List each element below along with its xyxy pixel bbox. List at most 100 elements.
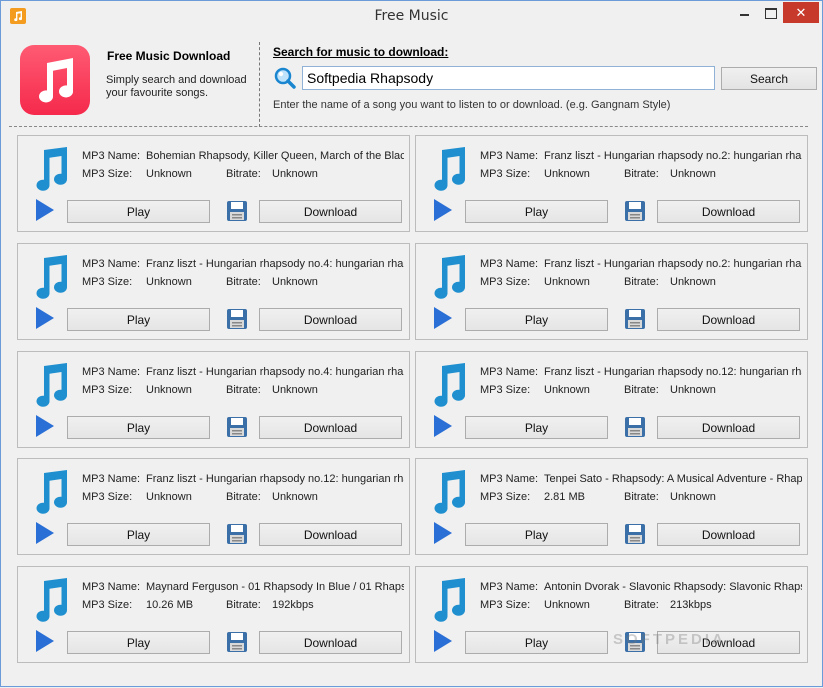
bitrate-label: Bitrate:	[624, 491, 659, 503]
bitrate-label: Bitrate:	[226, 384, 261, 396]
bitrate-label: Bitrate:	[624, 276, 659, 288]
mp3-size-value: Unknown	[146, 384, 192, 396]
floppy-disk-icon[interactable]	[624, 416, 646, 438]
download-button[interactable]: Download	[259, 631, 402, 654]
play-button[interactable]: Play	[465, 200, 608, 223]
play-button[interactable]: Play	[67, 308, 210, 331]
title-bar[interactable]: Free Music	[1, 1, 822, 32]
search-icon	[274, 67, 296, 89]
download-button[interactable]: Download	[259, 200, 402, 223]
result-card: MP3 Name: Antonin Dvorak - Slavonic Rhap…	[415, 566, 808, 663]
download-button[interactable]: Download	[259, 523, 402, 546]
mp3-name-value: Franz liszt - Hungarian rhapsody no.4: h…	[146, 366, 404, 378]
mp3-size-value: 10.26 MB	[146, 599, 194, 611]
play-arrow-icon[interactable]	[34, 414, 56, 438]
play-arrow-icon[interactable]	[34, 198, 56, 222]
mp3-size-label: MP3 Size:	[480, 384, 531, 396]
floppy-disk-icon[interactable]	[226, 308, 248, 330]
download-button[interactable]: Download	[657, 523, 800, 546]
play-button[interactable]: Play	[465, 416, 608, 439]
search-button[interactable]: Search	[721, 67, 817, 90]
play-button[interactable]: Play	[67, 200, 210, 223]
mp3-name-value: Tenpei Sato - Rhapsody: A Musical Advent…	[544, 473, 802, 485]
play-arrow-icon[interactable]	[432, 198, 454, 222]
play-button[interactable]: Play	[465, 523, 608, 546]
maximize-button[interactable]	[757, 2, 783, 23]
play-button[interactable]: Play	[67, 416, 210, 439]
bitrate-label: Bitrate:	[226, 168, 261, 180]
play-arrow-icon[interactable]	[432, 521, 454, 545]
play-arrow-icon[interactable]	[34, 629, 56, 653]
mp3-name-label: MP3 Name:	[480, 258, 539, 270]
mp3-name-label: MP3 Name:	[480, 473, 539, 485]
download-button[interactable]: Download	[657, 416, 800, 439]
download-button[interactable]: Download	[657, 200, 800, 223]
play-arrow-icon[interactable]	[432, 414, 454, 438]
mp3-name-label: MP3 Name:	[82, 150, 141, 162]
floppy-disk-icon[interactable]	[226, 416, 248, 438]
mp3-name-label: MP3 Name:	[82, 473, 141, 485]
search-input[interactable]	[302, 66, 715, 90]
play-arrow-icon[interactable]	[34, 521, 56, 545]
mp3-size-value: Unknown	[146, 168, 192, 180]
bitrate-value: 192kbps	[272, 599, 314, 611]
bitrate-label: Bitrate:	[226, 491, 261, 503]
mp3-size-value: Unknown	[544, 384, 590, 396]
app-tagline: Simply search and download your favourit…	[106, 74, 247, 99]
app-name: Free Music Download	[107, 49, 231, 63]
play-arrow-icon[interactable]	[432, 306, 454, 330]
music-note-icon	[434, 470, 466, 514]
mp3-name-value: Franz liszt - Hungarian rhapsody no.2: h…	[544, 150, 802, 162]
result-card: MP3 Name: Franz liszt - Hungarian rhapso…	[17, 351, 410, 448]
result-card: MP3 Name: Franz liszt - Hungarian rhapso…	[17, 243, 410, 340]
music-note-icon	[36, 255, 68, 299]
floppy-disk-icon[interactable]	[226, 200, 248, 222]
floppy-disk-icon[interactable]	[624, 200, 646, 222]
mp3-size-value: Unknown	[544, 599, 590, 611]
mp3-size-value: Unknown	[146, 491, 192, 503]
play-button[interactable]: Play	[465, 308, 608, 331]
music-note-icon	[36, 363, 68, 407]
bitrate-value: Unknown	[272, 168, 318, 180]
result-card: MP3 Name: Maynard Ferguson - 01 Rhapsody…	[17, 566, 410, 663]
bitrate-value: Unknown	[670, 168, 716, 180]
mp3-name-value: Franz liszt - Hungarian rhapsody no.2: h…	[544, 258, 802, 270]
download-button[interactable]: Download	[657, 308, 800, 331]
minimize-button[interactable]	[731, 2, 757, 23]
mp3-name-value: Antonin Dvorak - Slavonic Rhapsody: Slav…	[544, 581, 802, 593]
music-note-icon	[434, 147, 466, 191]
close-button[interactable]	[783, 2, 819, 23]
mp3-name-label: MP3 Name:	[82, 366, 141, 378]
mp3-name-value: Franz liszt - Hungarian rhapsody no.12: …	[544, 366, 802, 378]
music-note-logo-icon	[20, 45, 90, 115]
mp3-size-label: MP3 Size:	[82, 491, 133, 503]
mp3-name-label: MP3 Name:	[480, 366, 539, 378]
mp3-name-label: MP3 Name:	[480, 150, 539, 162]
play-arrow-icon[interactable]	[432, 629, 454, 653]
play-button[interactable]: Play	[465, 631, 608, 654]
download-button[interactable]: Download	[259, 308, 402, 331]
bitrate-value: 213kbps	[670, 599, 712, 611]
floppy-disk-icon[interactable]	[226, 631, 248, 653]
mp3-size-label: MP3 Size:	[480, 168, 531, 180]
mp3-size-value: 2.81 MB	[544, 491, 585, 503]
result-card: MP3 Name: Franz liszt - Hungarian rhapso…	[415, 243, 808, 340]
mp3-size-label: MP3 Size:	[480, 491, 531, 503]
result-card: MP3 Name: Tenpei Sato - Rhapsody: A Musi…	[415, 458, 808, 555]
play-arrow-icon[interactable]	[34, 306, 56, 330]
header-separator	[9, 126, 808, 127]
play-button[interactable]: Play	[67, 631, 210, 654]
bitrate-value: Unknown	[272, 491, 318, 503]
music-note-icon	[434, 255, 466, 299]
mp3-size-value: Unknown	[544, 168, 590, 180]
mp3-size-value: Unknown	[544, 276, 590, 288]
floppy-disk-icon[interactable]	[226, 523, 248, 545]
play-button[interactable]: Play	[67, 523, 210, 546]
floppy-disk-icon[interactable]	[624, 308, 646, 330]
floppy-disk-icon[interactable]	[624, 523, 646, 545]
download-button[interactable]: Download	[259, 416, 402, 439]
mp3-name-value: Maynard Ferguson - 01 Rhapsody In Blue /…	[146, 581, 404, 593]
bitrate-value: Unknown	[272, 384, 318, 396]
result-card: MP3 Name: Franz liszt - Hungarian rhapso…	[17, 458, 410, 555]
bitrate-value: Unknown	[670, 491, 716, 503]
